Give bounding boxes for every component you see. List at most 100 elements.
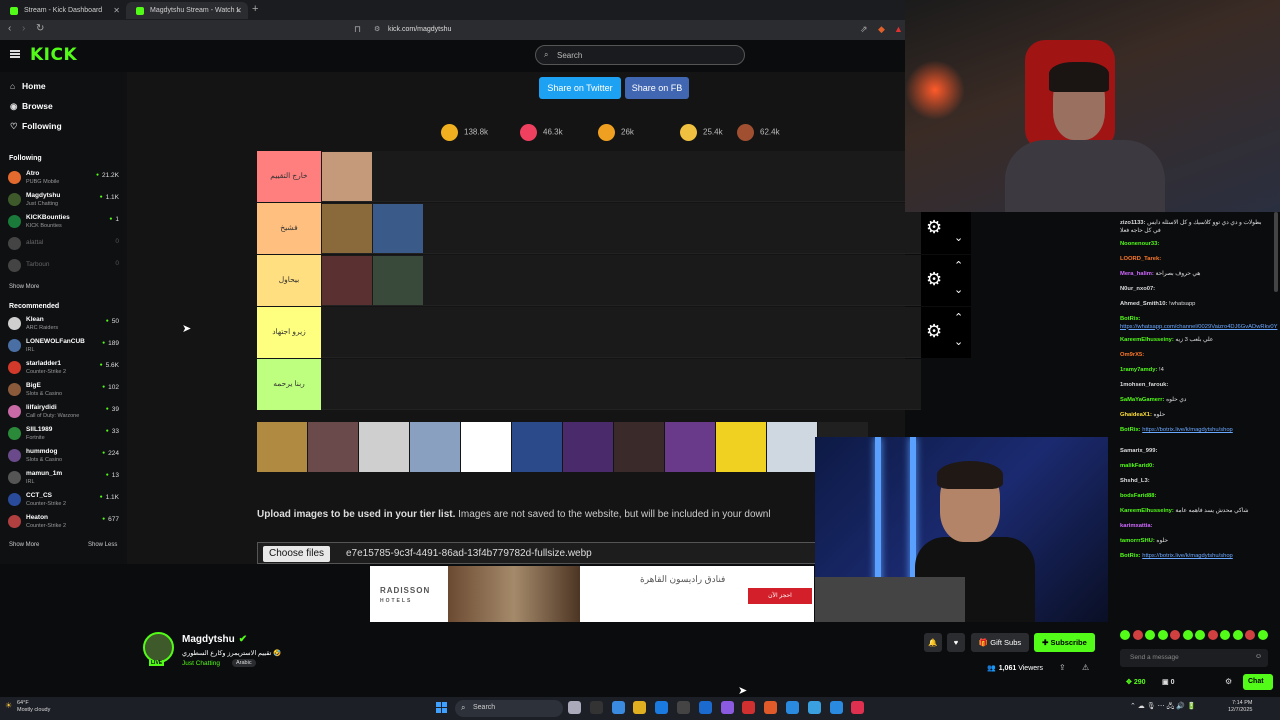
- clock[interactable]: 7:14 PM 12/7/2025: [1228, 700, 1252, 714]
- edge-icon[interactable]: [655, 701, 669, 714]
- tier-label[interactable]: زيرو اجتهاد: [257, 307, 321, 358]
- vscode-icon[interactable]: [786, 701, 799, 714]
- extension-icon[interactable]: ▲: [894, 24, 903, 34]
- chat-username[interactable]: Shshd_L3:: [1120, 478, 1150, 484]
- tier-settings-icon[interactable]: ⚙: [926, 321, 942, 342]
- chat-username[interactable]: malikFarid0:: [1120, 463, 1154, 469]
- chat-input[interactable]: Send a message ☺: [1120, 649, 1268, 667]
- streamer-image[interactable]: [322, 256, 372, 305]
- sidebar-channel-row[interactable]: BigE Slots & Casino 102: [8, 381, 121, 401]
- discord-icon[interactable]: [720, 701, 734, 714]
- nav-home[interactable]: ⌂ Home: [10, 81, 46, 91]
- pool-image[interactable]: [716, 422, 766, 472]
- chat-username[interactable]: Noonenour33:: [1120, 241, 1159, 247]
- chat-username[interactable]: N0ur_nxo07:: [1120, 286, 1155, 292]
- tier-label[interactable]: ربنا يرحمه: [257, 359, 321, 410]
- pool-image[interactable]: [257, 422, 307, 472]
- streamer-image[interactable]: [373, 256, 423, 305]
- ad-banner[interactable]: RADISSON HOTELS فنادق راديسون القاهرة احج…: [370, 566, 814, 622]
- channel-points[interactable]: ✥ 290: [1126, 678, 1146, 686]
- forward-icon[interactable]: ›: [22, 23, 25, 34]
- pool-image[interactable]: [767, 422, 817, 472]
- sidebar-channel-row[interactable]: alattal 0: [8, 235, 121, 255]
- sidebar-channel-row[interactable]: Atro PUBG Mobile 21.2K: [8, 169, 121, 189]
- file-explorer-icon[interactable]: [568, 701, 581, 714]
- sidebar-channel-row[interactable]: CCT_CS Counter-Strike 2 1.1K: [8, 491, 121, 511]
- emote-icon[interactable]: [1232, 630, 1243, 640]
- tier-label[interactable]: خارج التقييم: [257, 151, 321, 202]
- sidebar-channel-row[interactable]: LONEWOLFanCUB IRL 189: [8, 337, 121, 357]
- emote-icon[interactable]: [1170, 630, 1180, 640]
- reaction-button[interactable]: 138.8k: [441, 124, 488, 141]
- chat-username[interactable]: KareemElhusseiny:: [1120, 337, 1175, 343]
- channel-avatar[interactable]: [143, 632, 174, 663]
- task-view-icon[interactable]: [589, 701, 603, 714]
- share-icon[interactable]: ⇗: [860, 24, 868, 35]
- chat-link[interactable]: https://botrix.live/k/magdytshu/shop: [1142, 553, 1233, 559]
- reaction-button[interactable]: 46.3k: [520, 124, 563, 141]
- move-up-icon[interactable]: ⌃: [954, 259, 963, 272]
- new-tab-icon[interactable]: +: [252, 3, 258, 15]
- chat-username[interactable]: LOORD_Tarek:: [1120, 256, 1161, 262]
- chat-username[interactable]: GhaideaX1:: [1120, 412, 1154, 418]
- ad-cta-button[interactable]: احجز الآن: [748, 588, 812, 604]
- file-input[interactable]: Choose files e7e15785-9c3f-4491-86ad-13f…: [257, 542, 817, 564]
- chat-username[interactable]: BotRix:: [1120, 427, 1142, 433]
- chat-username[interactable]: 1mohsen_farouk:: [1120, 382, 1168, 388]
- sidebar-channel-row[interactable]: KICKBounties KICK Bounties 1: [8, 213, 121, 233]
- move-down-icon[interactable]: ⌄: [954, 231, 963, 244]
- badge-count[interactable]: ▣ 0: [1162, 678, 1174, 686]
- chat-link[interactable]: https://botrix.live/k/magdytshu/shop: [1142, 427, 1233, 433]
- chat-username[interactable]: tamorrrSHU:: [1120, 538, 1156, 544]
- sidebar-channel-row[interactable]: Tarboun 0: [8, 257, 121, 277]
- pool-image[interactable]: [563, 422, 613, 472]
- chat-username[interactable]: BotRix:: [1120, 316, 1141, 322]
- move-down-icon[interactable]: ⌄: [954, 335, 963, 348]
- streamer-image[interactable]: [322, 152, 372, 201]
- search-input[interactable]: ⌕ Search: [535, 45, 745, 65]
- share-fb-button[interactable]: Share on FB: [625, 77, 689, 99]
- weather-widget[interactable]: ☀ 64°F Mostly cloudy: [5, 700, 50, 714]
- emote-icon[interactable]: [1145, 630, 1155, 640]
- site-info-icon[interactable]: ⚙: [374, 25, 380, 33]
- start-button[interactable]: [436, 702, 447, 713]
- sidebar-channel-row[interactable]: starladder1 Counter-Strike 2 5.6K: [8, 359, 121, 379]
- streamer-image[interactable]: [424, 256, 474, 305]
- emote-icon[interactable]: [1207, 630, 1218, 640]
- system-tray[interactable]: ⌃ ☁ 🎙 ⋯ 🖧 🔊 🔋: [1130, 702, 1196, 713]
- tier-settings-icon[interactable]: ⚙: [926, 217, 942, 238]
- brave-icon[interactable]: [764, 701, 778, 714]
- chat-username[interactable]: SaMaYaGamerr:: [1120, 397, 1166, 403]
- sidebar-channel-row[interactable]: lilfairydidi Call of Duty: Warzone 39: [8, 403, 121, 423]
- chat-username[interactable]: 1ramy7amdy:: [1120, 367, 1159, 373]
- notifications-button[interactable]: 🔔: [924, 633, 942, 652]
- browser-icon[interactable]: [807, 701, 821, 714]
- chrome-icon[interactable]: [742, 701, 756, 714]
- choose-files-button[interactable]: Choose files: [263, 546, 331, 562]
- telegram-icon[interactable]: [829, 701, 843, 714]
- gift-subs-button[interactable]: 🎁 Gift Subs: [971, 633, 1029, 652]
- back-icon[interactable]: ‹: [8, 23, 11, 34]
- brave-shield-icon[interactable]: ◆: [878, 24, 885, 35]
- menu-icon[interactable]: [10, 50, 20, 58]
- emote-icon[interactable]: [1157, 630, 1168, 640]
- sidebar-channel-row[interactable]: SIIL1989 Fortnite 33: [8, 425, 121, 445]
- show-more-recommended[interactable]: Show More: [9, 542, 39, 548]
- chat-username[interactable]: Ahmed_Smith10:: [1120, 301, 1169, 307]
- kick-logo[interactable]: KICK: [30, 45, 77, 65]
- chat-send-button[interactable]: Chat: [1243, 674, 1273, 690]
- share-twitter-button[interactable]: Share on Twitter: [539, 77, 621, 99]
- tier-settings-icon[interactable]: ⚙: [926, 269, 942, 290]
- show-less-recommended[interactable]: Show Less: [88, 542, 117, 548]
- pool-image[interactable]: [461, 422, 511, 472]
- tier-label[interactable]: فشيخ: [257, 203, 321, 254]
- emoji-icon[interactable]: ☺: [1255, 653, 1262, 660]
- reaction-button[interactable]: 25.4k: [680, 124, 723, 141]
- reaction-button[interactable]: 26k: [598, 124, 634, 141]
- folder-icon[interactable]: [633, 701, 647, 714]
- streamer-image[interactable]: [373, 204, 423, 253]
- show-more-following[interactable]: Show More: [9, 284, 39, 290]
- streamer-image[interactable]: [322, 204, 372, 253]
- channel-name[interactable]: Magdytshu ✔: [182, 634, 247, 645]
- pool-image[interactable]: [410, 422, 460, 472]
